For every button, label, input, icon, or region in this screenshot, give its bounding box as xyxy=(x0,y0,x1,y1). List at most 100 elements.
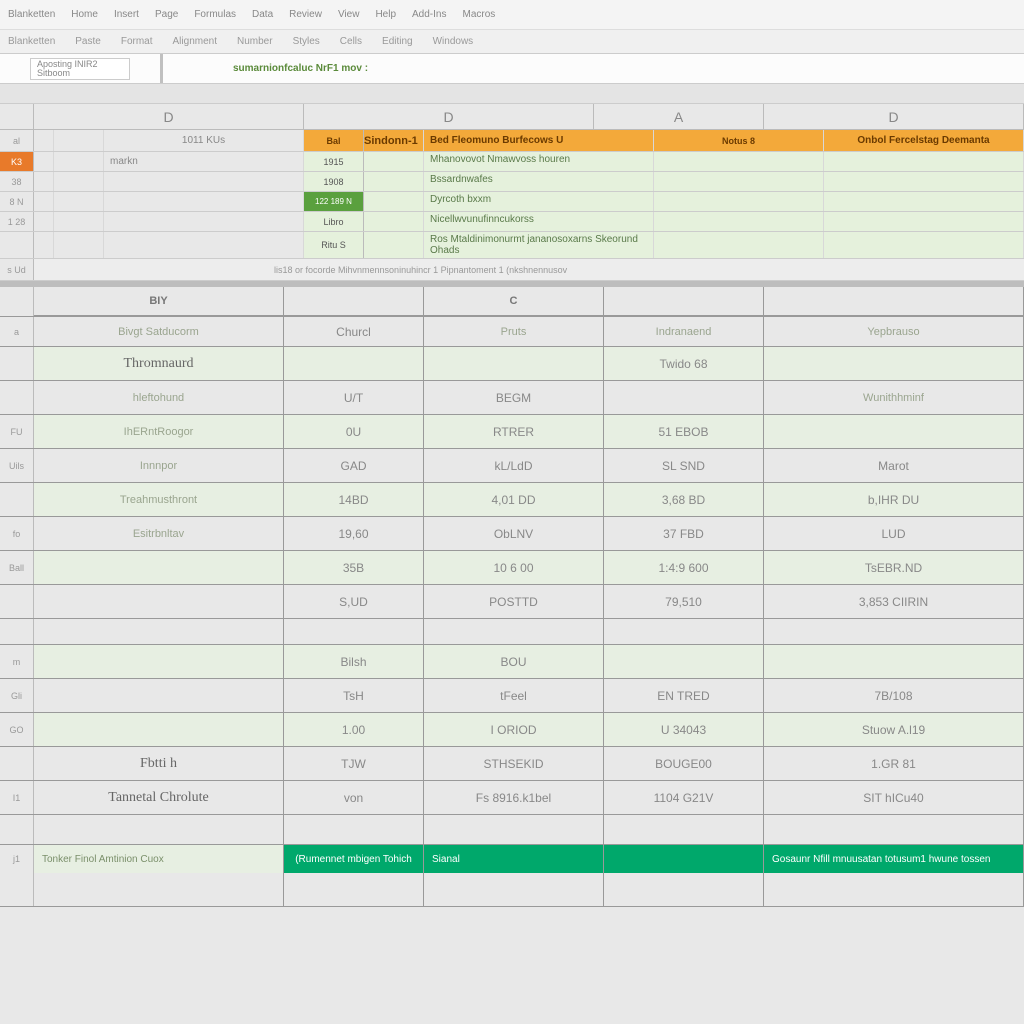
cell[interactable]: Pruts xyxy=(424,317,604,346)
cell[interactable]: TsH xyxy=(284,679,424,712)
select-all-cell[interactable] xyxy=(0,104,34,129)
cell[interactable]: 79,510 xyxy=(604,585,764,618)
cell[interactable] xyxy=(34,551,284,584)
row-number[interactable]: Gli xyxy=(0,679,34,712)
cell[interactable]: Indranaend xyxy=(604,317,764,346)
cell[interactable]: 1104 G21V xyxy=(604,781,764,814)
cell[interactable] xyxy=(34,619,284,644)
cell[interactable]: von xyxy=(284,781,424,814)
menu-item[interactable]: Add-Ins xyxy=(412,9,446,20)
cell[interactable] xyxy=(764,415,1024,448)
ribbon-group[interactable]: Windows xyxy=(433,36,474,47)
cell[interactable]: RTRER xyxy=(424,415,604,448)
row-number[interactable]: FU xyxy=(0,415,34,448)
cell[interactable]: 14BD xyxy=(284,483,424,516)
cell[interactable]: BEGM xyxy=(424,381,604,414)
cell[interactable]: 1908 xyxy=(304,172,364,191)
cell[interactable]: BOU xyxy=(424,645,604,678)
row-number[interactable]: GO xyxy=(0,713,34,746)
cell-orange-a[interactable]: Notus 8 xyxy=(654,130,824,151)
row-number[interactable]: a xyxy=(0,317,34,346)
row-number[interactable]: s Ud xyxy=(0,259,34,280)
cell[interactable]: 0U xyxy=(284,415,424,448)
cell[interactable]: TJW xyxy=(284,747,424,780)
cell[interactable] xyxy=(284,347,424,380)
cell[interactable]: 4,01 DD xyxy=(424,483,604,516)
cell[interactable] xyxy=(764,347,1024,380)
ribbon-group[interactable]: Paste xyxy=(75,36,101,47)
cell-highlighted[interactable]: 122 189 N xyxy=(304,192,364,211)
cell[interactable]: Tannetal Chrolute xyxy=(34,781,284,814)
menu-item[interactable]: Home xyxy=(71,9,98,20)
cell[interactable]: Bilsh xyxy=(284,645,424,678)
cell[interactable]: I ORIOD xyxy=(424,713,604,746)
row-number[interactable]: 8 N xyxy=(0,192,34,211)
col-header-d1[interactable]: D xyxy=(34,104,304,129)
cell[interactable]: LUD xyxy=(764,517,1024,550)
cell[interactable]: markn xyxy=(104,152,304,171)
cell-orange-left[interactable]: Sindonn-1 xyxy=(364,130,424,151)
cell-orange-mid[interactable]: Bed Fleomuno Burfecows U xyxy=(424,130,654,151)
cell[interactable] xyxy=(424,347,604,380)
cell[interactable] xyxy=(34,645,284,678)
cell[interactable]: Fs 8916.k1bel xyxy=(424,781,604,814)
cell[interactable]: STHSEKID xyxy=(424,747,604,780)
menu-item[interactable]: Data xyxy=(252,9,273,20)
cell[interactable] xyxy=(604,381,764,414)
cell[interactable]: 1.GR 81 xyxy=(764,747,1024,780)
ribbon-group[interactable]: Styles xyxy=(293,36,320,47)
menu-item[interactable]: Macros xyxy=(462,9,495,20)
cell[interactable]: Libro xyxy=(304,212,364,231)
cell[interactable]: hleftohund xyxy=(34,381,284,414)
cell[interactable] xyxy=(764,287,1024,316)
cell[interactable]: TsEBR.ND xyxy=(764,551,1024,584)
cell[interactable]: SL SND xyxy=(604,449,764,482)
menu-item[interactable]: Help xyxy=(375,9,396,20)
cell[interactable] xyxy=(424,619,604,644)
ribbon-group[interactable]: Alignment xyxy=(173,36,217,47)
cell[interactable]: Twido 68 xyxy=(604,347,764,380)
cell[interactable]: tFeel xyxy=(424,679,604,712)
cell[interactable]: Bal xyxy=(304,130,364,151)
cell[interactable]: Ros Mtaldinimonurmt jananosoxarns Skeoru… xyxy=(424,232,654,258)
cell[interactable]: S,UD xyxy=(284,585,424,618)
cell[interactable]: Ritu S xyxy=(304,232,364,258)
cell[interactable]: U/T xyxy=(284,381,424,414)
cell[interactable] xyxy=(284,619,424,644)
cell[interactable]: BOUGE00 xyxy=(604,747,764,780)
ribbon-group[interactable]: Editing xyxy=(382,36,413,47)
cell[interactable]: C xyxy=(424,287,604,316)
cell[interactable] xyxy=(604,287,764,316)
cell[interactable]: Mhanovovot Nmawvoss houren xyxy=(424,152,654,171)
cell[interactable]: EN TRED xyxy=(604,679,764,712)
cell[interactable]: POSTTD xyxy=(424,585,604,618)
cell[interactable]: 1011 KUs xyxy=(104,130,304,151)
name-box[interactable]: Aposting INIR2 Sitboom xyxy=(30,58,130,80)
cell[interactable] xyxy=(604,619,764,644)
row-number[interactable]: al xyxy=(0,130,34,151)
cell[interactable]: ObLNV xyxy=(424,517,604,550)
row-number[interactable]: m xyxy=(0,645,34,678)
cell[interactable]: Churcl xyxy=(284,317,424,346)
cell[interactable]: 37 FBD xyxy=(604,517,764,550)
cell[interactable]: 3,68 BD xyxy=(604,483,764,516)
summary-band-b[interactable]: Sianal xyxy=(424,845,604,873)
summary-label[interactable]: Tonker Finol Amtinion Cuox xyxy=(34,845,284,873)
cell[interactable]: Fbtti h xyxy=(34,747,284,780)
row-number[interactable]: I1 xyxy=(0,781,34,814)
col-header-a[interactable]: A xyxy=(594,104,764,129)
cell[interactable]: 7B/108 xyxy=(764,679,1024,712)
cell[interactable]: Esitrbnltav xyxy=(34,517,284,550)
menu-item[interactable]: Page xyxy=(155,9,178,20)
cell[interactable]: 1:4:9 600 xyxy=(604,551,764,584)
row-number[interactable] xyxy=(0,873,34,906)
row-number[interactable] xyxy=(0,347,34,380)
menu-item[interactable]: Blanketten xyxy=(8,9,55,20)
cell[interactable] xyxy=(764,645,1024,678)
row-number[interactable]: fo xyxy=(0,517,34,550)
row-number[interactable]: Ball xyxy=(0,551,34,584)
row-number[interactable]: 1 28 xyxy=(0,212,34,231)
summary-band-c[interactable] xyxy=(604,845,764,873)
cell[interactable] xyxy=(34,679,284,712)
menu-item[interactable]: View xyxy=(338,9,360,20)
